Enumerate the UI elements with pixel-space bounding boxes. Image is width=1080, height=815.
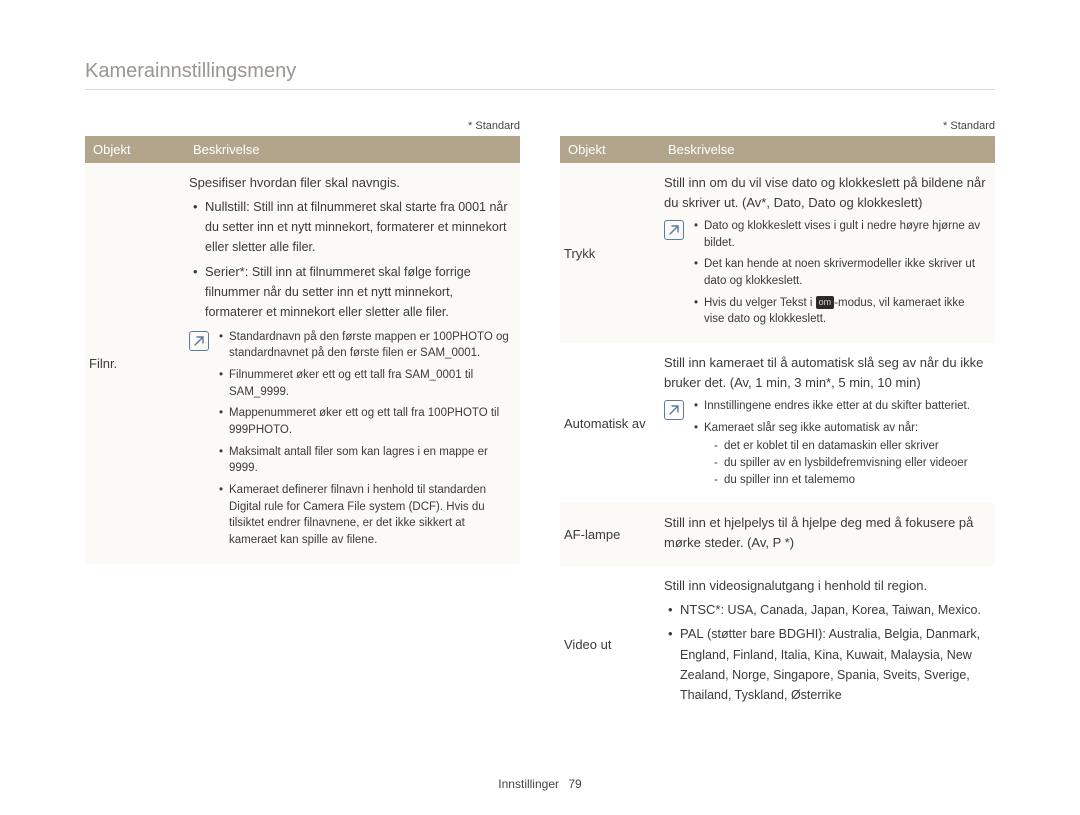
note-list: Standardnavn på den første mappen er 100… <box>219 329 512 554</box>
table-row: AF-lampe Still inn et hjelpelys til å hj… <box>560 503 995 566</box>
table-row: Automatisk av Still inn kameraet til å a… <box>560 343 995 503</box>
th-beskrivelse: Beskrivelse <box>660 136 995 163</box>
row-intro: Still inn et hjelpelys til å hjelpe deg … <box>664 513 987 552</box>
footer-label: Innstillinger <box>498 777 559 791</box>
bullet-list: NTSC*: USA, Canada, Japan, Korea, Taiwan… <box>664 600 987 706</box>
cell-objekt: Video ut <box>560 566 660 721</box>
row-intro: Still inn kameraet til å automatisk slå … <box>664 353 987 392</box>
right-column: * Standard Objekt Beskrivelse Trykk Stil… <box>560 120 995 722</box>
note-icon <box>189 331 209 351</box>
note-icon <box>664 400 684 420</box>
table-right: Objekt Beskrivelse Trykk Still inn om du… <box>560 136 995 722</box>
note-box: Innstillingene endres ikke etter at du s… <box>664 398 987 493</box>
table-row: Video ut Still inn videosignalutgang i h… <box>560 566 995 721</box>
left-column: * Standard Objekt Beskrivelse Filnr. Spe… <box>85 120 520 722</box>
note-list: Innstillingene endres ikke etter at du s… <box>694 398 970 493</box>
row-intro: Still inn om du vil vise dato og klokkes… <box>664 173 987 212</box>
dash-item: du spiller inn et talememo <box>714 472 970 489</box>
note-box: Dato og klokkeslett vises i gult i nedre… <box>664 218 987 333</box>
content-columns: * Standard Objekt Beskrivelse Filnr. Spe… <box>85 120 995 722</box>
cell-objekt: Filnr. <box>85 163 185 564</box>
note-list: Dato og klokkeslett vises i gult i nedre… <box>694 218 987 333</box>
th-objekt: Objekt <box>560 136 660 163</box>
table-left: Objekt Beskrivelse Filnr. Spesifiser hvo… <box>85 136 520 564</box>
row-intro: Spesifiser hvordan filer skal navngis. <box>189 173 512 193</box>
note-item: Kameraet definerer filnavn i henhold til… <box>219 482 512 549</box>
page-number: 79 <box>568 777 581 791</box>
bullet-lead: PAL <box>680 626 704 641</box>
note-text: Hvis du velger Tekst i <box>704 297 816 309</box>
note-item: Dato og klokkeslett vises i gult i nedre… <box>694 218 987 251</box>
note-box: Standardnavn på den første mappen er 100… <box>189 329 512 554</box>
cell-objekt: Trykk <box>560 163 660 343</box>
bullet-list: Nullstill: Still inn at filnummeret skal… <box>189 197 512 323</box>
note-item: Maksimalt antall filer som kan lagres i … <box>219 444 512 477</box>
dash-item: det er koblet til en datamaskin eller sk… <box>714 438 970 455</box>
list-item: Nullstill: Still inn at filnummeret skal… <box>193 197 512 258</box>
th-beskrivelse: Beskrivelse <box>185 136 520 163</box>
cell-objekt: AF-lampe <box>560 503 660 566</box>
note-icon <box>664 220 684 240</box>
page-footer: Innstillinger 79 <box>0 777 1080 791</box>
note-item: Filnummeret øker ett og ett tall fra SAM… <box>219 367 512 400</box>
note-item: Innstillingene endres ikke etter at du s… <box>694 398 970 415</box>
cell-beskrivelse: Still inn kameraet til å automatisk slå … <box>660 343 995 503</box>
list-item: PAL (støtter bare BDGHI): Australia, Bel… <box>668 624 987 706</box>
page-title: Kamerainnstillingsmeny <box>85 60 995 90</box>
standard-note-right: * Standard <box>560 120 995 132</box>
cell-beskrivelse: Spesifiser hvordan filer skal navngis. N… <box>185 163 520 564</box>
cell-beskrivelse: Still inn et hjelpelys til å hjelpe deg … <box>660 503 995 566</box>
list-item: Serier*: Still inn at filnummeret skal f… <box>193 262 512 323</box>
table-row: Trykk Still inn om du vil vise dato og k… <box>560 163 995 343</box>
standard-note-left: * Standard <box>85 120 520 132</box>
bullet-lead: NTSC*: <box>680 602 724 617</box>
list-item: NTSC*: USA, Canada, Japan, Korea, Taiwan… <box>668 600 987 620</box>
row-intro: Still inn videosignalutgang i henhold ti… <box>664 576 987 596</box>
bullet-lead: Serier*: <box>205 264 248 279</box>
bullet-lead: Nullstill: <box>205 199 250 214</box>
cell-beskrivelse: Still inn videosignalutgang i henhold ti… <box>660 566 995 721</box>
th-objekt: Objekt <box>85 136 185 163</box>
bullet-text: Still inn at filnummeret skal starte fra… <box>205 200 508 255</box>
mode-chip-icon: om <box>816 296 835 309</box>
note-item: Kameraet slår seg ikke automatisk av når… <box>694 420 970 489</box>
dash-list: det er koblet til en datamaskin eller sk… <box>704 438 970 488</box>
cell-objekt: Automatisk av <box>560 343 660 503</box>
note-item: Standardnavn på den første mappen er 100… <box>219 329 512 362</box>
dash-item: du spiller av en lysbildefremvisning ell… <box>714 455 970 472</box>
bullet-text: USA, Canada, Japan, Korea, Taiwan, Mexic… <box>724 603 981 617</box>
note-item: Hvis du velger Tekst i om-modus, vil kam… <box>694 295 987 328</box>
note-text: Kameraet slår seg ikke automatisk av når… <box>704 422 918 434</box>
note-item: Mappenummeret øker ett og ett tall fra 1… <box>219 405 512 438</box>
bullet-lead2: (støtter bare BDGHI): <box>704 627 826 641</box>
table-row: Filnr. Spesifiser hvordan filer skal nav… <box>85 163 520 564</box>
cell-beskrivelse: Still inn om du vil vise dato og klokkes… <box>660 163 995 343</box>
note-item: Det kan hende at noen skrivermodeller ik… <box>694 256 987 289</box>
